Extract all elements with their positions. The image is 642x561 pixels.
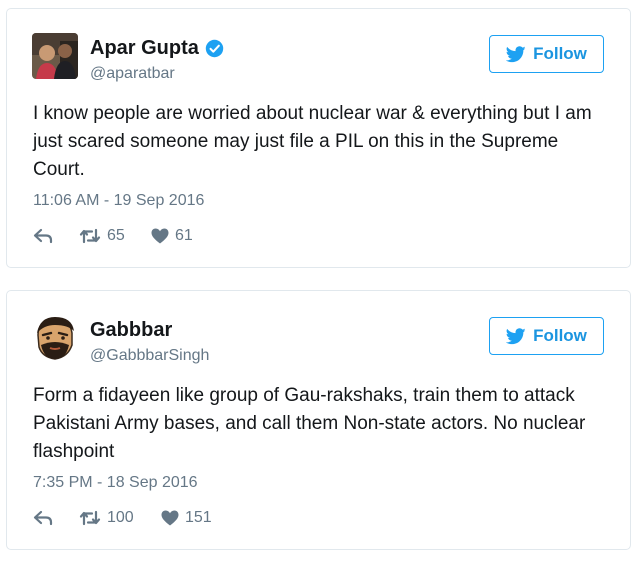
tweet-actions: 100 151 [33,509,212,527]
retweet-count: 100 [107,509,134,526]
twitter-bird-icon [506,45,526,62]
retweet-icon [79,228,101,244]
heart-icon [161,510,179,526]
like-count: 61 [175,227,193,244]
author-handle[interactable]: @aparatbar [90,65,175,83]
reply-button[interactable] [33,228,79,244]
twitter-bird-icon [506,327,526,344]
author-name[interactable]: Gabbbar [90,319,172,342]
timestamp[interactable]: 11:06 AM - 19 Sep 2016 [33,192,204,210]
like-count: 151 [185,509,212,526]
heart-icon [151,228,169,244]
verified-badge-icon [205,39,224,58]
follow-label: Follow [533,44,587,63]
retweet-button[interactable]: 65 [79,227,151,245]
reply-icon [33,228,53,244]
tweet-text: I know people are worried about nuclear … [33,103,592,180]
avatar[interactable] [32,315,78,361]
reply-icon [33,510,53,526]
retweet-count: 65 [107,227,125,244]
follow-label: Follow [533,326,587,345]
retweet-icon [79,510,101,526]
author-name[interactable]: Apar Gupta [90,37,199,60]
tweet-card: Apar Gupta @aparatbar Follow I know peop… [6,8,631,268]
retweet-button[interactable]: 100 [79,509,161,527]
like-button[interactable]: 151 [161,509,212,527]
tweet-card: Gabbbar @GabbbarSingh Follow Form a fida… [6,290,631,550]
tweet-actions: 65 61 [33,227,193,245]
tweet-text: Form a fidayeen like group of Gau-raksha… [33,385,586,462]
reply-button[interactable] [33,510,79,526]
follow-button[interactable]: Follow [489,317,604,355]
avatar[interactable] [32,33,78,79]
author-handle[interactable]: @GabbbarSingh [90,347,209,365]
like-button[interactable]: 61 [151,227,193,245]
follow-button[interactable]: Follow [489,35,604,73]
timestamp[interactable]: 7:35 PM - 18 Sep 2016 [33,474,198,492]
